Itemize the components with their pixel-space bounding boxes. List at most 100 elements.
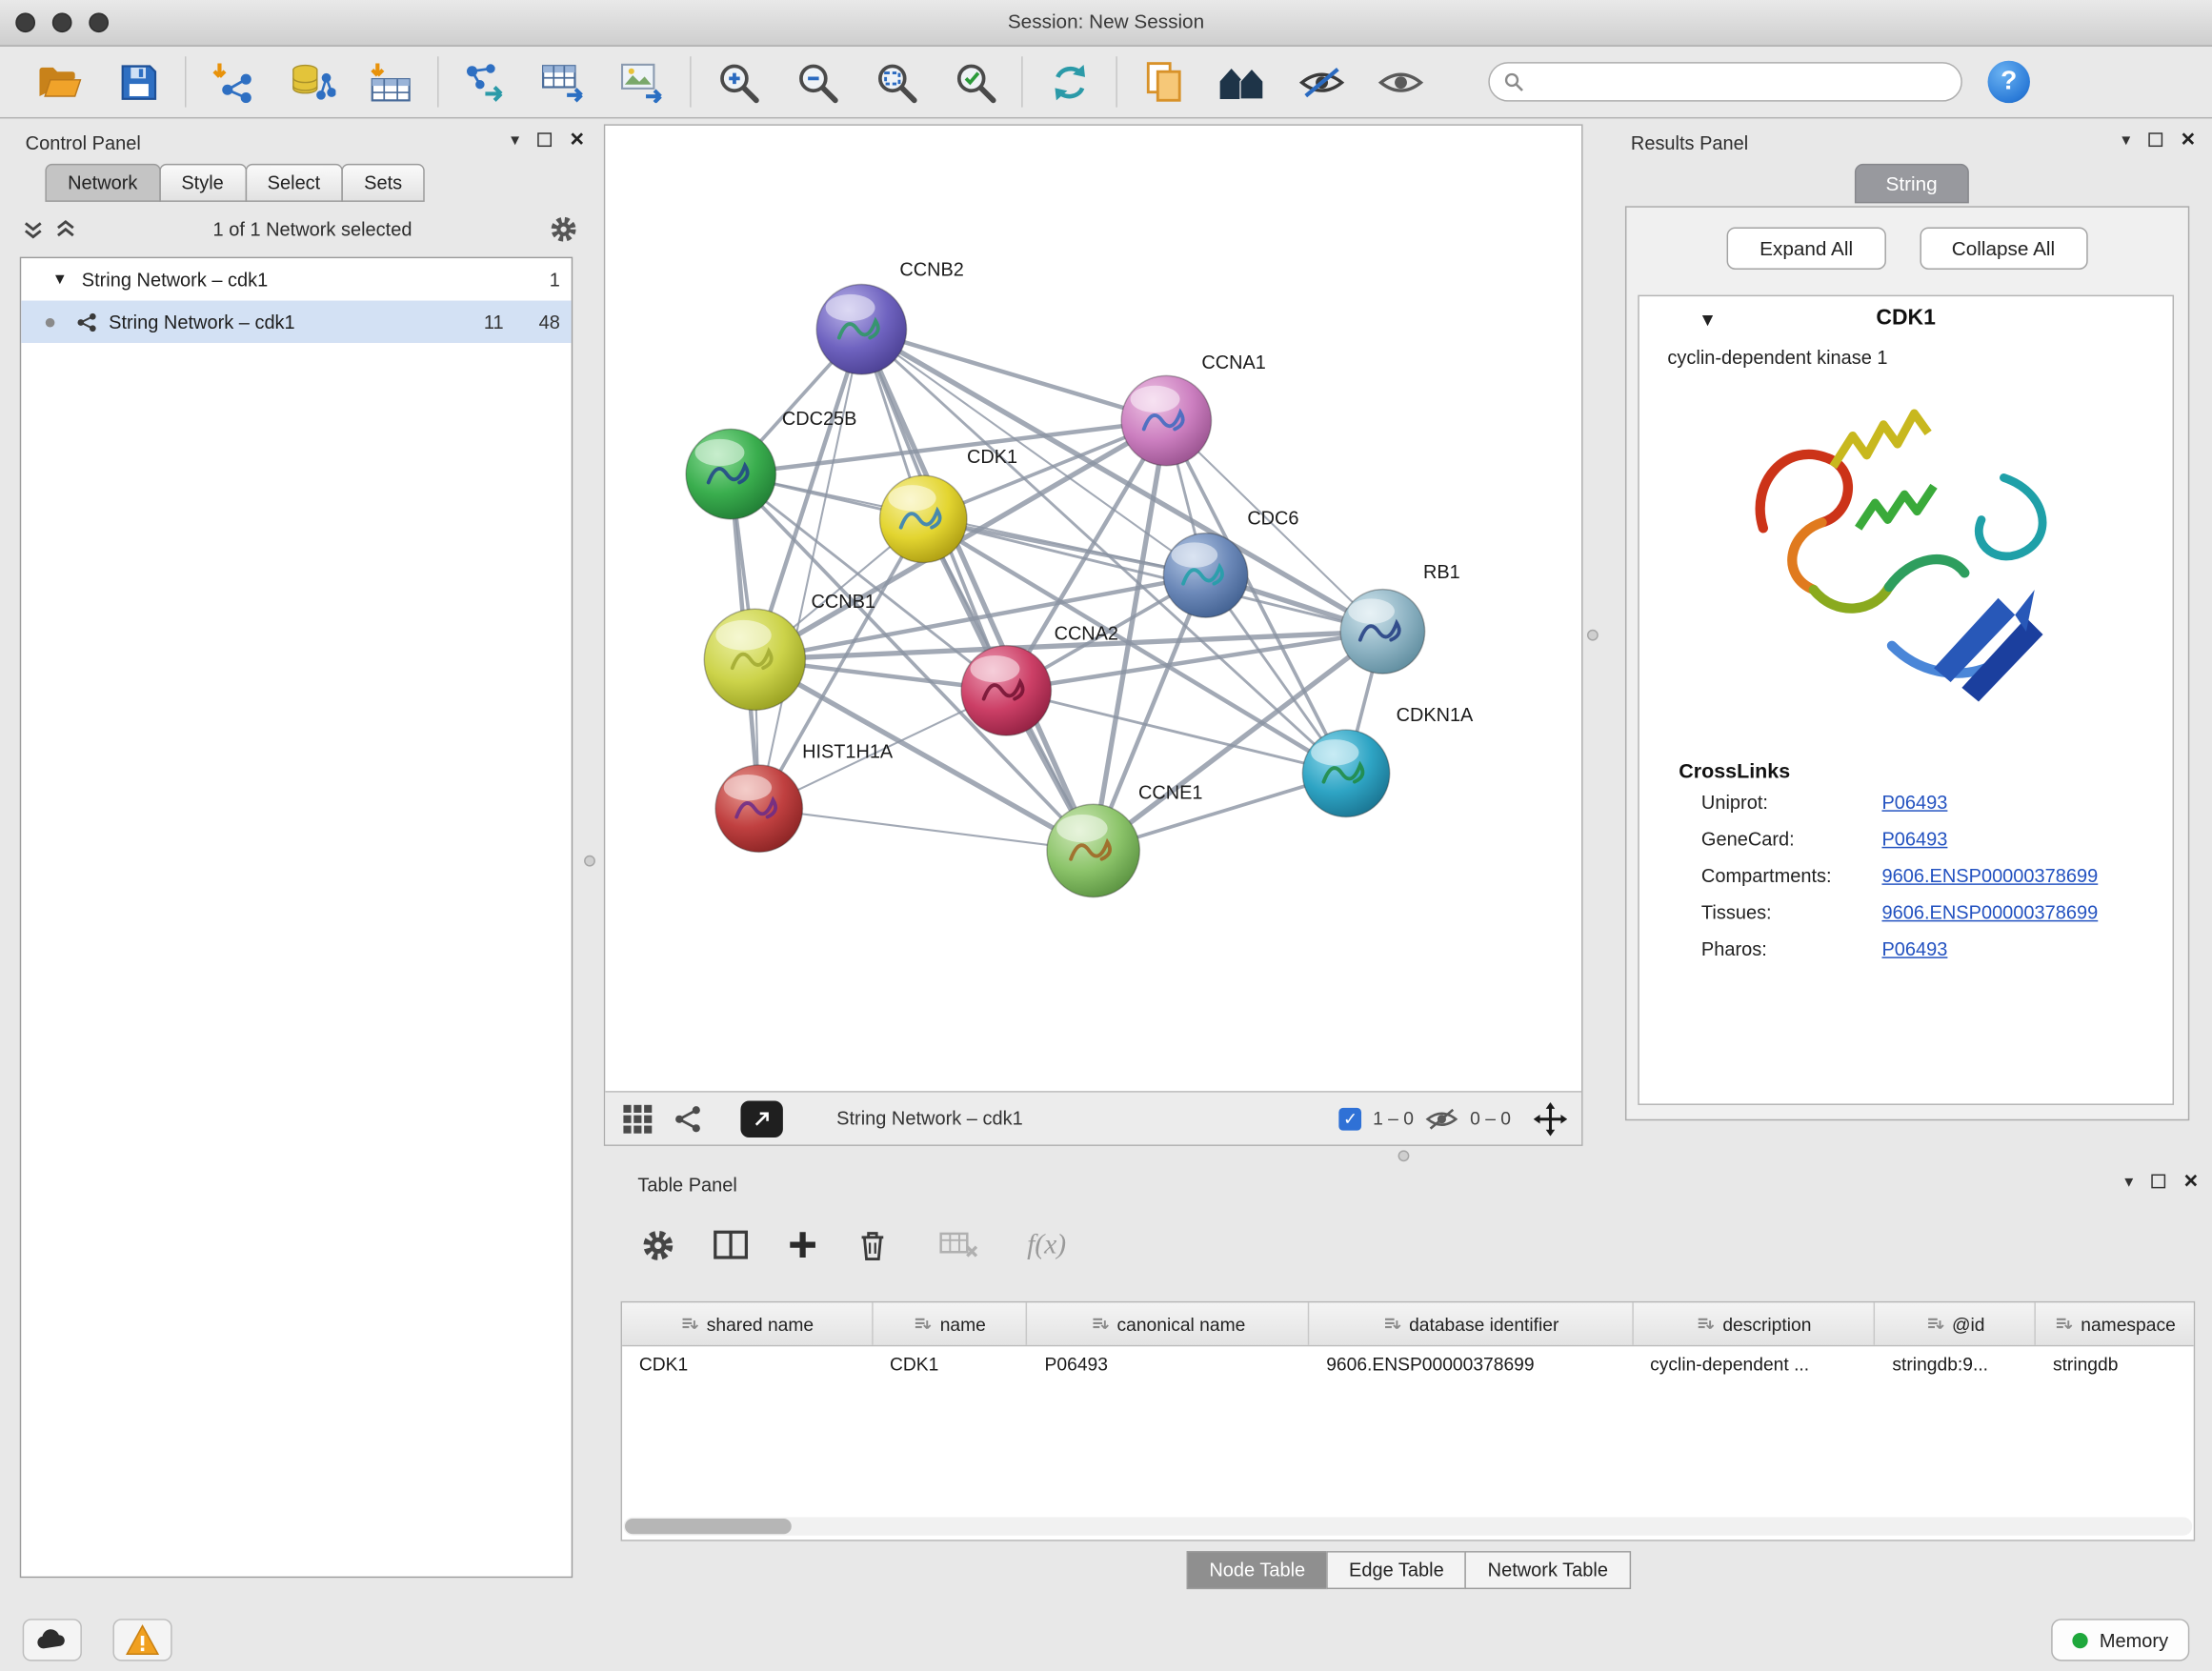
open-external-button[interactable] xyxy=(740,1100,782,1137)
import-network-file-button[interactable] xyxy=(193,50,272,112)
warnings-button[interactable] xyxy=(112,1619,171,1661)
network-node-ccna1[interactable]: CCNA1 xyxy=(1121,352,1266,466)
network-edge[interactable] xyxy=(759,809,1094,851)
panel-close-icon[interactable]: × xyxy=(570,132,584,147)
column-header[interactable]: description xyxy=(1633,1302,1875,1344)
delete-columns-button[interactable] xyxy=(856,1227,889,1262)
help-button[interactable]: ? xyxy=(1988,61,2030,103)
zoom-in-button[interactable] xyxy=(698,50,777,112)
crosslink-link[interactable]: 9606.ENSP00000378699 xyxy=(1881,902,2098,923)
horizontal-scrollbar[interactable] xyxy=(624,1518,2193,1536)
gene-disclosure-icon[interactable]: ▼ xyxy=(1699,309,1717,330)
tab-string[interactable]: String xyxy=(1855,164,1968,203)
clone-network-button[interactable] xyxy=(446,50,525,112)
refresh-button[interactable] xyxy=(1030,50,1109,112)
network-view: CCNB2CCNA1CDC25BCDK1CDC6RB1CCNB1CCNA2CDK… xyxy=(604,124,1583,1146)
column-header[interactable]: shared name xyxy=(622,1302,873,1344)
zoom-fit-button[interactable] xyxy=(856,50,935,112)
column-header[interactable]: @id xyxy=(1876,1302,2037,1344)
collapse-all-button[interactable]: Collapse All xyxy=(1920,228,2087,270)
crosslink-link[interactable]: 9606.ENSP00000378699 xyxy=(1881,865,2098,886)
network-edge[interactable] xyxy=(861,330,1093,851)
panel-collapse-icon[interactable]: ▾ xyxy=(2124,1172,2133,1192)
panel-close-icon[interactable]: × xyxy=(2183,1175,2198,1189)
column-header[interactable]: database identifier xyxy=(1309,1302,1633,1344)
network-node-rb1[interactable]: RB1 xyxy=(1340,562,1460,674)
results-panel-title: Results Panel xyxy=(1631,132,1748,153)
save-session-button[interactable] xyxy=(99,50,178,112)
network-canvas[interactable]: CCNB2CCNA1CDC25BCDK1CDC6RB1CCNB1CCNA2CDK… xyxy=(605,126,1581,1091)
network-edge[interactable] xyxy=(759,330,862,809)
crosslink-link[interactable]: P06493 xyxy=(1881,792,1947,813)
scrollbar-thumb[interactable] xyxy=(625,1519,792,1534)
network-view-title: String Network – cdk1 xyxy=(836,1108,1023,1129)
collapse-all-icon[interactable] xyxy=(23,218,44,239)
tab-network-table[interactable]: Network Table xyxy=(1465,1551,1631,1589)
column-header[interactable]: name xyxy=(873,1302,1028,1344)
export-table-icon xyxy=(540,61,588,103)
create-column-button[interactable] xyxy=(786,1228,820,1262)
import-network-database-button[interactable] xyxy=(272,50,352,112)
gear-icon[interactable] xyxy=(549,213,578,243)
export-table-button[interactable] xyxy=(525,50,604,112)
tab-node-table[interactable]: Node Table xyxy=(1187,1551,1328,1589)
open-session-button[interactable] xyxy=(20,50,99,112)
disclosure-triangle-icon[interactable]: ▼ xyxy=(52,271,68,288)
delete-table-button[interactable] xyxy=(939,1230,978,1259)
panel-float-icon[interactable] xyxy=(2148,132,2162,147)
hide-selected-button[interactable] xyxy=(1282,50,1361,112)
copy-document-button[interactable] xyxy=(1124,50,1203,112)
panel-float-icon[interactable] xyxy=(2151,1175,2165,1189)
cloud-status-button[interactable] xyxy=(23,1619,82,1661)
column-header[interactable]: canonical name xyxy=(1028,1302,1310,1344)
horizontal-splitter-handle[interactable] xyxy=(1398,1150,1410,1161)
hidden-eye-slash-icon[interactable] xyxy=(1425,1106,1459,1132)
grid-icon xyxy=(622,1103,654,1135)
tab-network[interactable]: Network xyxy=(45,164,160,202)
selected-checkbox-icon[interactable]: ✓ xyxy=(1339,1107,1362,1130)
network-node-cdc6[interactable]: CDC6 xyxy=(1163,509,1298,617)
network-row[interactable]: ● String Network – cdk1 11 48 xyxy=(21,301,572,343)
sort-icon xyxy=(1382,1315,1400,1333)
search-input[interactable] xyxy=(1532,70,1946,93)
network-overview-button[interactable] xyxy=(1203,50,1282,112)
network-node-hist1h1a[interactable]: HIST1H1A xyxy=(715,742,894,853)
network-node-cdk1[interactable]: CDK1 xyxy=(880,447,1017,563)
export-image-button[interactable] xyxy=(604,50,683,112)
tab-edge-table[interactable]: Edge Table xyxy=(1326,1551,1466,1589)
sort-icon xyxy=(1925,1315,1943,1333)
table-row[interactable]: CDK1 CDK1 P06493 9606.ENSP00000378699 cy… xyxy=(622,1346,2194,1384)
panel-close-icon[interactable]: × xyxy=(2182,132,2196,147)
network-node-ccnb2[interactable]: CCNB2 xyxy=(816,260,964,374)
expand-all-button[interactable]: Expand All xyxy=(1727,228,1885,270)
zoom-out-button[interactable] xyxy=(777,50,856,112)
column-header[interactable]: namespace xyxy=(2036,1302,2194,1344)
pan-crosshair-icon[interactable] xyxy=(1534,1101,1568,1136)
panel-float-icon[interactable] xyxy=(537,132,552,147)
table-header-row: shared name name canonical name database… xyxy=(622,1302,2194,1346)
memory-button[interactable]: Memory xyxy=(2052,1619,2190,1661)
expand-all-icon[interactable] xyxy=(55,218,76,239)
import-table-button[interactable] xyxy=(352,50,431,112)
zoom-selected-button[interactable] xyxy=(935,50,1015,112)
show-all-button[interactable] xyxy=(1361,50,1440,112)
share-view-button[interactable] xyxy=(670,1100,707,1137)
crosslink-link[interactable]: P06493 xyxy=(1881,829,1947,850)
tab-sets[interactable]: Sets xyxy=(341,164,424,202)
tab-style[interactable]: Style xyxy=(159,164,247,202)
panel-collapse-icon[interactable]: ▾ xyxy=(511,130,519,150)
left-splitter-handle[interactable] xyxy=(584,856,595,867)
crosslink-link[interactable]: P06493 xyxy=(1881,938,1947,959)
toolbar-search xyxy=(1488,62,1962,101)
network-node-cdkn1a[interactable]: CDKN1A xyxy=(1302,705,1474,816)
network-collection-row[interactable]: ▼ String Network – cdk1 1 xyxy=(21,258,572,300)
table-mode-button[interactable] xyxy=(640,1227,675,1262)
fx-icon: f(x) xyxy=(1027,1229,1066,1261)
function-builder-button[interactable]: f(x) xyxy=(1027,1229,1066,1261)
right-splitter-handle[interactable] xyxy=(1587,630,1599,641)
tab-select[interactable]: Select xyxy=(245,164,343,202)
show-columns-button[interactable] xyxy=(713,1228,750,1262)
network-edge[interactable] xyxy=(861,330,1166,421)
birdseye-view-button[interactable] xyxy=(619,1100,656,1137)
panel-collapse-icon[interactable]: ▾ xyxy=(2122,130,2130,150)
